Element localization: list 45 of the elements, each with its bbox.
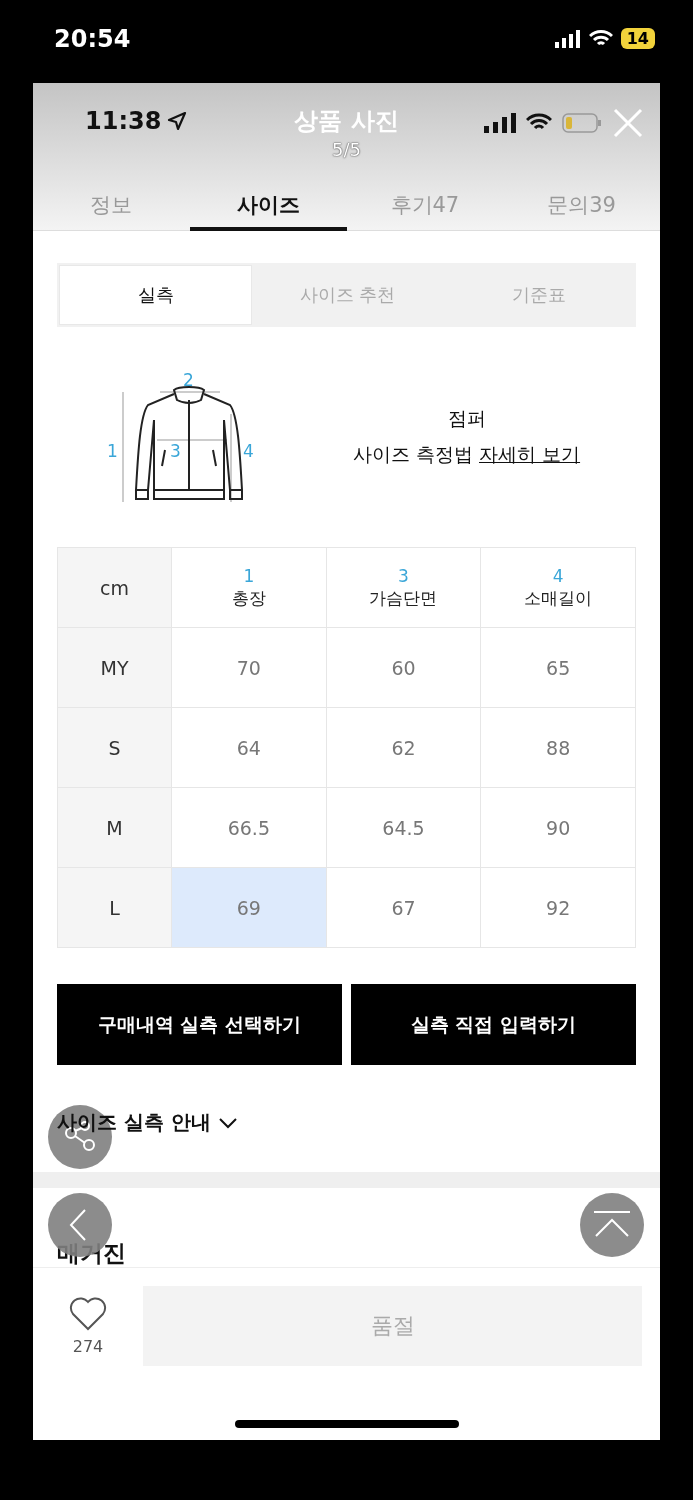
size-cell: MY [57, 627, 172, 708]
tab[interactable]: 후기47 [346, 183, 504, 231]
measurement-number: 4 [243, 441, 254, 461]
table-cell[interactable]: 66.5 [171, 787, 327, 868]
column-header: 3 가슴단면 [326, 547, 481, 628]
table-cell[interactable]: 88 [480, 707, 636, 788]
table-cell[interactable]: 60 [326, 627, 481, 708]
guide-text: 사이즈 측정법 [352, 443, 473, 465]
table-cell[interactable]: 64.5 [326, 787, 481, 868]
signal-icon [484, 113, 516, 133]
signal-icon [554, 29, 581, 48]
wifi-icon [588, 29, 613, 48]
table-cell[interactable]: 65 [480, 627, 636, 708]
table-cell[interactable]: 67 [326, 867, 481, 948]
unit-cell: cm [57, 547, 172, 628]
photo-counter: 5/5 [332, 139, 361, 160]
table-cell[interactable]: 92 [480, 867, 636, 948]
viewer-time: 11:38 [85, 107, 162, 135]
product-type: 점퍼 [447, 406, 486, 431]
battery-icon [562, 113, 602, 133]
column-header: 4 소매길이 [480, 547, 636, 628]
tab[interactable]: 문의39 [503, 183, 660, 231]
table-cell[interactable]: 90 [480, 787, 636, 868]
size-cell: M [57, 787, 172, 868]
status-time: 20:54 [54, 24, 131, 53]
column-header: 1 총장 [171, 547, 327, 628]
tab[interactable]: 사이즈 [189, 183, 347, 231]
table-cell[interactable]: 64 [171, 707, 327, 788]
measurement-number: 1 [107, 441, 118, 461]
measurement-number: 2 [183, 372, 194, 390]
tab[interactable]: 정보 [33, 183, 190, 231]
size-cell: S [57, 707, 172, 788]
table-cell[interactable]: 62 [326, 707, 481, 788]
action-button[interactable]: 실측 직접 입력하기 [351, 984, 636, 1065]
location-arrow-icon [167, 111, 188, 131]
segment-tab[interactable]: 실측 [59, 265, 252, 325]
details-link[interactable]: 자세히 보기 [479, 443, 581, 465]
size-cell: L [57, 867, 172, 948]
action-button[interactable]: 구매내역 실측 선택하기 [57, 984, 342, 1065]
heart-icon[interactable] [69, 1296, 107, 1331]
table-cell[interactable]: 69 [171, 867, 327, 948]
battery-level: 14 [620, 28, 655, 49]
like-count: 274 [72, 1336, 104, 1356]
measurement-number: 3 [170, 441, 181, 461]
table-cell[interactable]: 70 [171, 627, 327, 708]
